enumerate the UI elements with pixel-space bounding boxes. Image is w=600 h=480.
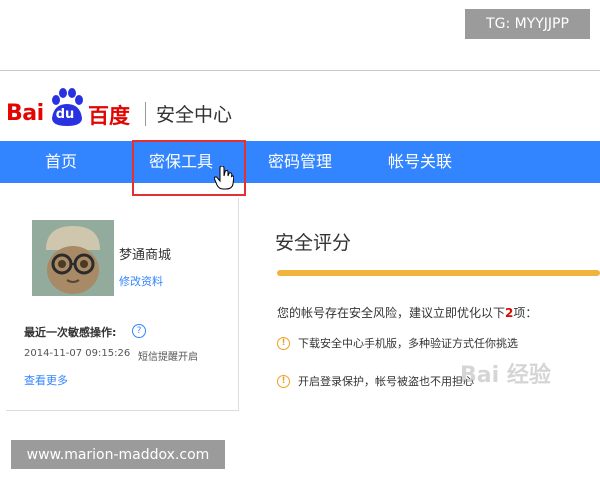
main-nav: 首页 密保工具 密码管理 帐号关联 — [0, 141, 600, 183]
logo-bai-text: Bai — [6, 101, 44, 126]
profile-panel: 梦通商城 修改资料 最近一次敏感操作: ? 2014-11-07 09:15:2… — [6, 198, 239, 411]
nav-item-account-link[interactable]: 帐号关联 — [360, 141, 480, 183]
baidu-logo[interactable]: Bai du 百度 — [6, 88, 141, 134]
risk-suffix: 项： — [513, 306, 538, 320]
nav-item-home[interactable]: 首页 — [0, 141, 122, 183]
logo-divider — [145, 102, 146, 126]
help-icon[interactable]: ? — [132, 324, 146, 338]
page-title: 安全中心 — [156, 104, 233, 126]
logo-baidu-cn-text: 百度 — [88, 104, 130, 128]
edit-profile-link[interactable]: 修改资料 — [119, 273, 163, 289]
warning-icon: ! — [277, 336, 290, 350]
watermark-text: Bai 经验 — [460, 362, 551, 388]
warning-icon: ! — [277, 374, 290, 388]
risk-summary: 您的帐号存在安全风险，建议立即优化以下2项： — [277, 304, 537, 321]
top-divider — [0, 70, 600, 71]
hand-cursor-icon — [214, 166, 234, 190]
suggestion-item[interactable]: ! 开启登录保护，帐号被盗也不用担心 — [277, 373, 474, 389]
avatar[interactable] — [32, 220, 114, 296]
tg-handle-badge: TG: MYYJJPP — [465, 9, 590, 39]
suggestion-item[interactable]: ! 下载安全中心手机版，多种验证方式任你挑选 — [277, 335, 518, 351]
logo-du-text: du — [55, 107, 75, 122]
site-url-badge: www.marion-maddox.com — [11, 440, 225, 469]
username: 梦通商城 — [119, 248, 172, 263]
security-score-bar — [277, 270, 600, 276]
suggestion-text: 开启登录保护，帐号被盗也不用担心 — [298, 375, 474, 388]
recent-operation-method: 短信提醒开启 — [138, 352, 198, 363]
nav-item-password-management[interactable]: 密码管理 — [240, 141, 360, 183]
security-score-title: 安全评分 — [275, 232, 352, 254]
view-more-link[interactable]: 查看更多 — [24, 372, 68, 388]
baidu-jingyan-watermark: Bai 经验 — [460, 362, 551, 388]
risk-prefix: 您的帐号存在安全风险，建议立即优化以下 — [277, 306, 506, 320]
recent-operation-label: 最近一次敏感操作: — [24, 326, 117, 339]
recent-operation-time: 2014-11-07 09:15:26 — [24, 348, 131, 359]
suggestion-text: 下载安全中心手机版，多种验证方式任你挑选 — [298, 337, 518, 350]
